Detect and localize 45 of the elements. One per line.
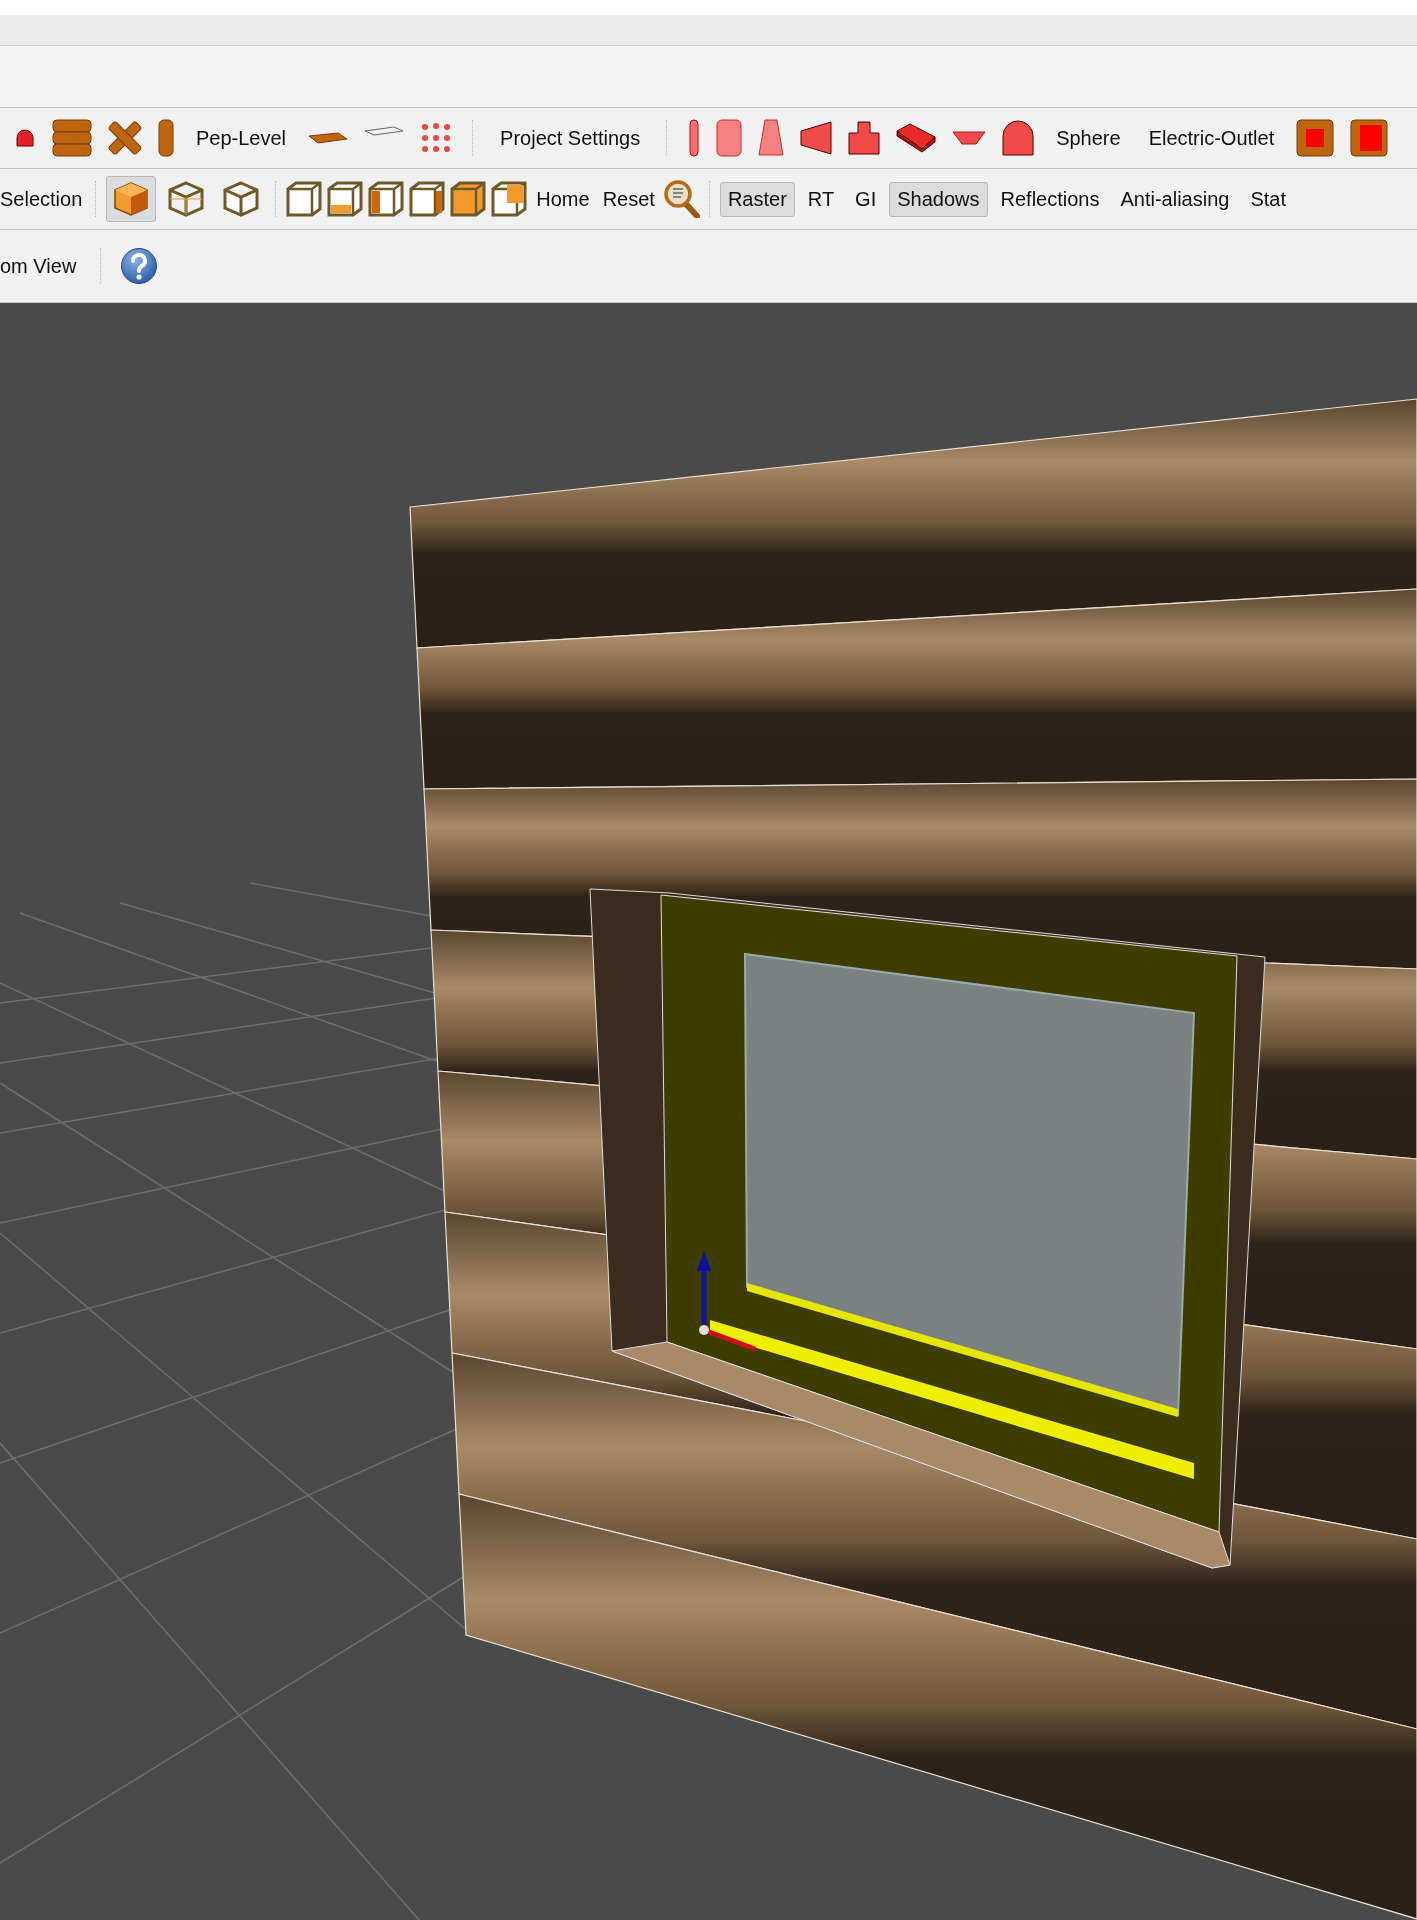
render-option-toggle[interactable]: Stat [1242, 181, 1294, 217]
cylinder-icon[interactable] [716, 119, 743, 157]
electric-outlet-button[interactable]: Electric-Outlet [1142, 126, 1281, 150]
outline-cube-icon [223, 181, 260, 217]
wireframe-cube-icon [168, 181, 205, 217]
view-cube-icon[interactable] [491, 181, 528, 217]
render-option-toggle[interactable]: Reflections [992, 181, 1108, 217]
plank-icon[interactable] [308, 132, 349, 144]
render-mode-button[interactable]: RT [799, 181, 843, 217]
pep-level-button[interactable]: Pep-Level [190, 126, 293, 150]
slab-icon[interactable] [364, 125, 405, 137]
axis-gizmo-icon [697, 1251, 756, 1352]
view-button[interactable]: om View [0, 254, 83, 278]
selection-button[interactable]: Selection [0, 187, 87, 211]
log-window-icon[interactable] [1296, 119, 1335, 157]
trapezoid-icon[interactable] [952, 130, 987, 146]
project-settings-button[interactable]: Project Settings [494, 126, 647, 150]
logs-icon[interactable] [52, 118, 92, 158]
dome-icon[interactable] [14, 127, 36, 149]
cone-icon[interactable] [758, 119, 785, 157]
pillar-icon[interactable] [688, 119, 701, 157]
view-mode-button[interactable] [106, 176, 157, 222]
view-cube-icon[interactable] [368, 181, 405, 217]
render-option-toggle[interactable]: Shadows [889, 181, 988, 217]
cylinder-icon[interactable] [158, 119, 174, 157]
sphere-button[interactable]: Sphere [1050, 126, 1127, 150]
help-icon[interactable] [120, 247, 159, 285]
cross-icon[interactable] [108, 121, 142, 155]
arch-icon[interactable] [1002, 120, 1035, 156]
render-mode-button[interactable]: Raster [719, 181, 795, 217]
view-cube-icon[interactable] [286, 181, 323, 217]
view-cube-icon[interactable] [327, 181, 364, 217]
magnifier-icon[interactable] [663, 180, 700, 218]
home-button[interactable]: Home [532, 187, 594, 211]
tray-icon[interactable] [896, 123, 937, 153]
render-mode-button[interactable]: GI [847, 181, 885, 217]
view-cube-icon[interactable] [450, 181, 487, 217]
view-cube-icon[interactable] [409, 181, 446, 217]
solid-cube-icon [113, 181, 150, 217]
reset-button[interactable]: Reset [598, 187, 659, 211]
log-window-icon[interactable] [1350, 119, 1389, 157]
dot-grid-icon[interactable] [420, 122, 453, 154]
step-icon[interactable] [848, 121, 881, 155]
render-option-toggle[interactable]: Anti-aliasing [1112, 181, 1238, 217]
wedge-icon[interactable] [800, 121, 833, 155]
